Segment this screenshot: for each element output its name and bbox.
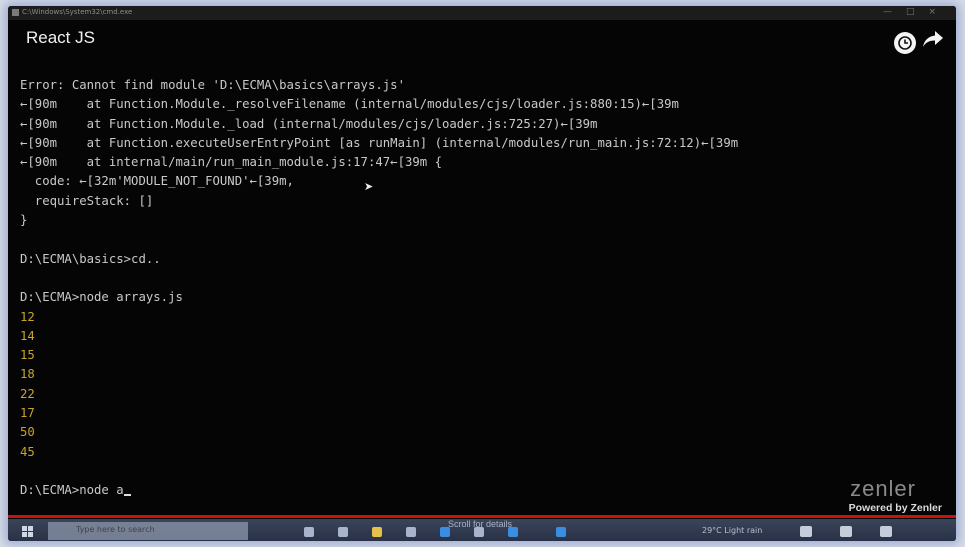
console-line: code: ←[32m'MODULE_NOT_FOUND'←[39m, [20, 174, 294, 189]
close-button[interactable]: × [928, 7, 950, 17]
console-line: ←[90m at Function.Module._load (internal… [20, 116, 598, 131]
console-line: D:\ECMA\basics>cd.. [20, 251, 161, 266]
console-line: D:\ECMA>node arrays.js [20, 290, 183, 305]
powered-by-label: Powered by Zenler [848, 502, 942, 514]
video-progress-bar[interactable] [8, 515, 956, 518]
console-number-line: 17 [20, 406, 35, 421]
zenler-logo: zenler [850, 476, 916, 501]
notification-icon[interactable] [880, 526, 892, 537]
mouse-pointer-icon: ➤ [364, 180, 374, 193]
minimize-button[interactable]: — [883, 7, 906, 17]
taskbar-search[interactable]: Type here to search [48, 522, 248, 540]
console-number-line: 15 [20, 348, 35, 363]
weather-widget[interactable]: 29°C Light rain [702, 526, 762, 535]
console-number-line: 12 [20, 309, 35, 324]
clock-icon [898, 36, 912, 50]
share-arrow-icon [923, 31, 943, 47]
folder-icon[interactable] [372, 527, 382, 537]
cmd-icon [12, 9, 19, 16]
tray-icon[interactable] [840, 526, 852, 537]
app-icon[interactable] [406, 527, 416, 537]
cmd-taskbar-icon[interactable] [474, 527, 484, 537]
text-cursor [123, 494, 131, 497]
share-button[interactable] [920, 30, 946, 52]
maximize-button[interactable]: □ [906, 7, 929, 17]
console-number-line: 22 [20, 386, 35, 401]
vscode-icon[interactable] [556, 527, 566, 537]
console-prompt-line: D:\ECMA>node a [20, 481, 950, 500]
search-placeholder: Type here to search [76, 525, 155, 534]
console-line: } [20, 213, 28, 228]
start-button[interactable] [22, 526, 34, 538]
windows-taskbar: Type here to search Scroll for details 2… [8, 519, 956, 541]
edge-icon[interactable] [440, 527, 450, 537]
task-view-icon[interactable] [304, 527, 314, 537]
watch-later-button[interactable] [894, 32, 916, 54]
console-number-line: 18 [20, 367, 35, 382]
tray-icon[interactable] [800, 526, 812, 537]
explorer-icon[interactable] [338, 527, 348, 537]
video-frame[interactable]: C:\Windows\System32\cmd.exe —□× React JS… [8, 6, 956, 541]
console-number-line: 45 [20, 444, 35, 459]
window-controls: —□× [883, 7, 950, 17]
video-title[interactable]: React JS [26, 28, 95, 48]
console-line: Error: Cannot find module 'D:\ECMA\basic… [20, 78, 405, 92]
store-icon[interactable] [508, 527, 518, 537]
console-line: ←[90m at Function.executeUserEntryPoint … [20, 135, 739, 150]
video-progress-fill [8, 515, 956, 518]
cmd-title-bar: C:\Windows\System32\cmd.exe —□× [8, 6, 956, 20]
console-line: ←[90m at Function.Module._resolveFilenam… [20, 97, 679, 112]
console-line: ←[90m at internal/main/run_main_module.j… [20, 155, 442, 170]
console-number-line: 50 [20, 425, 35, 440]
console-line: requireStack: [] [20, 193, 154, 208]
window-title-path: C:\Windows\System32\cmd.exe [22, 8, 133, 16]
console-output: Error: Cannot find module 'D:\ECMA\basic… [20, 76, 950, 501]
console-number-line: 14 [20, 328, 35, 343]
